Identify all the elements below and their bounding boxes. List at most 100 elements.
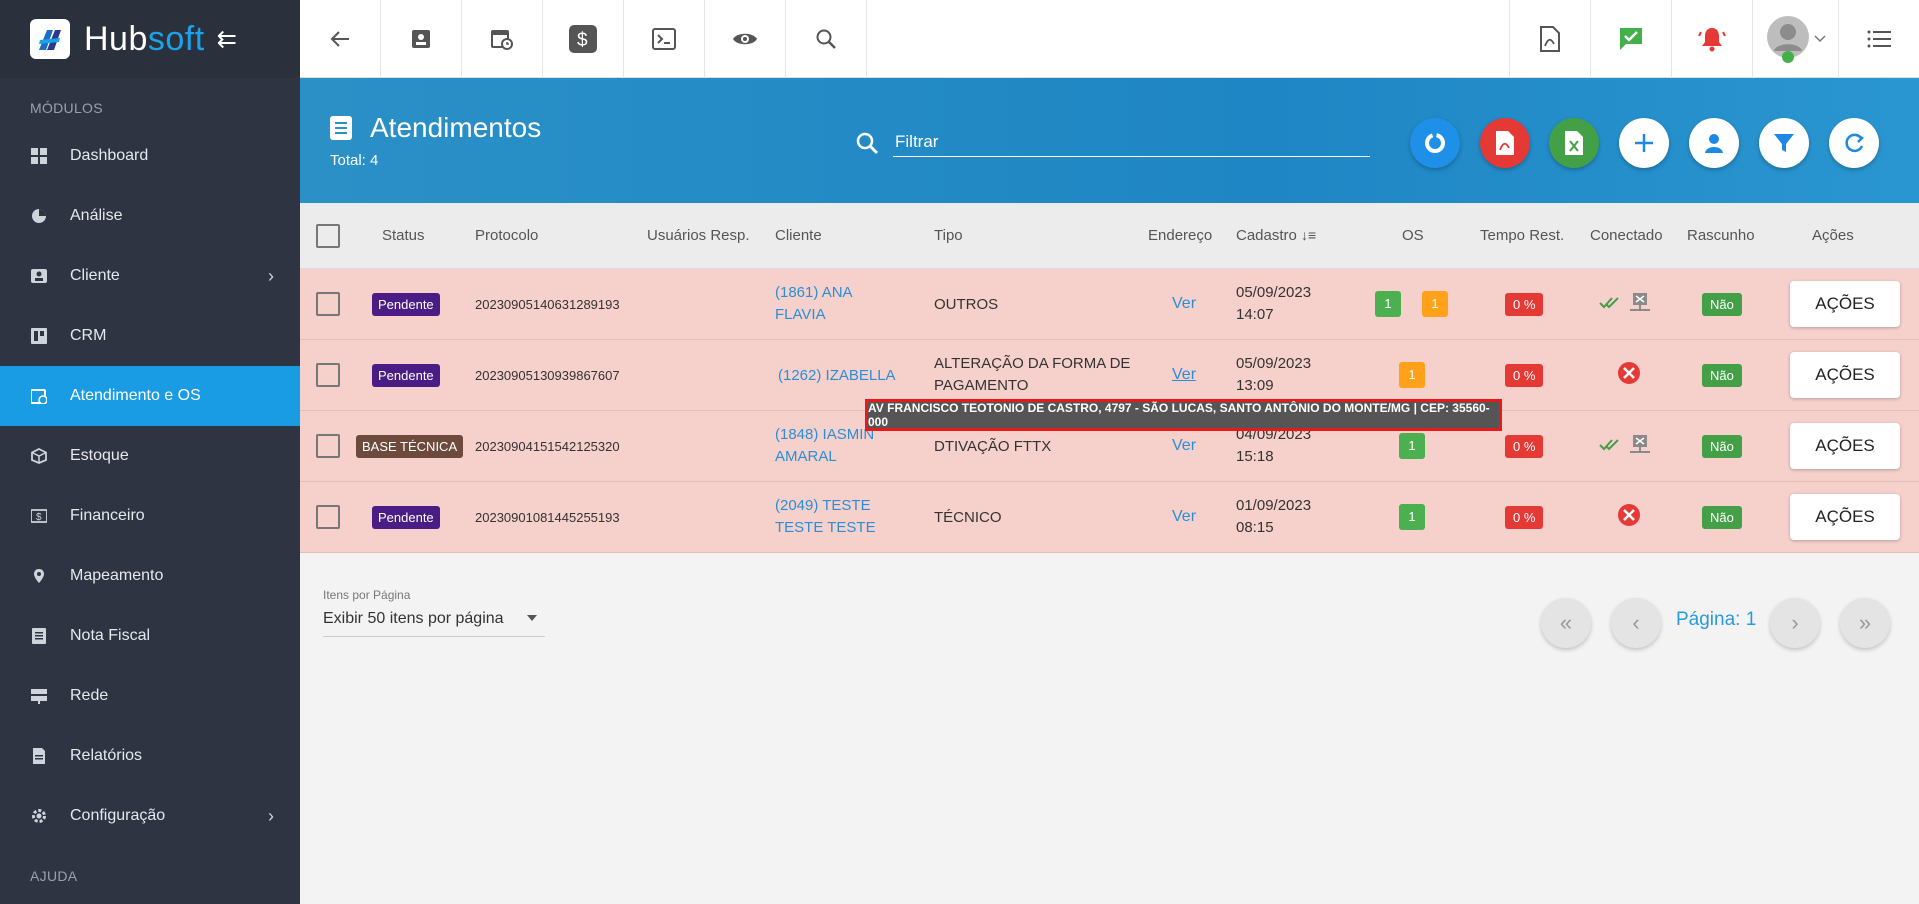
sidebar-item-analise[interactable]: Análise [0,186,300,246]
pdf-button[interactable] [1509,0,1590,78]
disconnected-icon [1617,361,1641,389]
user-menu-button[interactable] [1752,0,1838,78]
refresh-button[interactable] [1829,118,1879,168]
endereco-link[interactable]: Ver [1172,295,1196,313]
col-tempo[interactable]: Tempo Rest. [1480,227,1564,244]
next-page-button[interactable]: › [1770,598,1820,648]
col-tipo[interactable]: Tipo [934,227,963,244]
search-shortcut-button[interactable] [786,0,867,78]
collapse-menu-icon[interactable]: ⇇ [217,25,237,54]
sidebar-item-cliente[interactable]: Cliente › [0,246,300,306]
row-checkbox[interactable] [316,434,340,458]
chart-button[interactable] [1410,118,1460,168]
tipo: OUTROS [934,295,999,313]
list-menu-button[interactable] [1838,0,1919,78]
row-checkbox[interactable] [316,505,340,529]
col-cadastro[interactable]: Cadastro ↓≡ [1236,227,1316,244]
col-rascunho[interactable]: Rascunho [1687,227,1755,244]
export-pdf-button[interactable] [1480,118,1530,168]
finance-shortcut-button[interactable]: $ [543,0,624,78]
first-page-button[interactable]: « [1541,598,1591,648]
double-chevron-left-icon: « [1559,610,1573,635]
table-row: Pendente 20230905140631289193 (1861) ANA… [300,269,1919,340]
cadastro-date: 01/09/2023 [1236,497,1312,514]
acoes-button[interactable]: AÇÕES [1790,494,1900,540]
filter-button[interactable] [1759,118,1809,168]
sidebar-item-mapeamento[interactable]: Mapeamento [0,546,300,606]
page-title-text: Atendimentos [370,112,542,143]
calendar-clock-icon [30,387,48,405]
items-per-page-select[interactable]: Exibir 50 itens por página [323,610,545,637]
box-icon [30,447,48,465]
funnel-icon [1774,134,1794,152]
os-count-badge: 1 [1422,291,1448,317]
select-all-checkbox[interactable] [316,223,340,248]
brand: Hubsoft ⇇ [0,0,300,78]
tasks-button[interactable] [1590,0,1671,78]
excel-file-icon [1565,131,1583,155]
report-icon [30,747,48,765]
sidebar-item-label: Rede [70,687,109,704]
sidebar-item-configuracao[interactable]: Configuração › [0,786,300,846]
sidebar-item-nota-fiscal[interactable]: Nota Fiscal [0,606,300,666]
document-icon [330,116,352,140]
sidebar-item-label: Nota Fiscal [70,627,151,644]
acoes-button[interactable]: AÇÕES [1790,352,1900,398]
col-usuarios[interactable]: Usuários Resp. [647,227,750,244]
row-checkbox[interactable] [316,363,340,387]
filter-input[interactable] [893,128,1370,157]
cliente-link[interactable]: (2049) TESTE TESTE TESTE [775,495,895,539]
cadastro: 01/09/2023 08:15 [1236,495,1311,539]
acoes-button[interactable]: AÇÕES [1790,281,1900,327]
sidebar-item-rede[interactable]: Rede [0,666,300,726]
server-icon [30,687,48,705]
pdf-file-icon [1540,26,1560,52]
chevron-right-icon: › [268,805,274,826]
sidebar-item-atendimento[interactable]: Atendimento e OS [0,366,300,426]
endereco-link[interactable]: Ver [1172,508,1196,526]
alerts-button[interactable] [1671,0,1752,78]
sidebar-item-estoque[interactable]: Estoque [0,426,300,486]
add-button[interactable] [1619,118,1669,168]
last-page-button[interactable]: » [1840,598,1890,648]
sidebar-item-relatorios[interactable]: Relatórios [0,726,300,786]
prev-page-button[interactable]: ‹ [1611,598,1661,648]
network-disconnected-icon [1630,293,1650,311]
user-filter-button[interactable] [1689,118,1739,168]
sidebar-item-crm[interactable]: CRM [0,306,300,366]
back-button[interactable] [300,0,381,78]
total-count: Total: 4 [330,152,379,169]
col-cliente[interactable]: Cliente [775,227,822,244]
sidebar-item-label: CRM [70,327,107,344]
sidebar-item-dashboard[interactable]: Dashboard [0,126,300,186]
chevron-right-icon: › [268,265,274,286]
cliente-link[interactable]: (1861) ANA FLAVIA [775,282,895,326]
clients-shortcut-button[interactable] [381,0,462,78]
atendimento-shortcut-button[interactable] [462,0,543,78]
endereco-link[interactable]: Ver [1172,366,1196,384]
sidebar: Hubsoft ⇇ MÓDULOS Dashboard Análise Clie… [0,0,300,904]
col-conectado[interactable]: Conectado [1590,227,1663,244]
cadastro-date: 05/09/2023 [1236,355,1312,372]
col-cadastro-label: Cadastro [1236,227,1297,244]
filter-bar [855,128,1370,157]
row-checkbox[interactable] [316,292,340,316]
col-status[interactable]: Status [382,227,425,244]
export-excel-button[interactable] [1549,118,1599,168]
pdf-file-icon [1496,131,1514,155]
terminal-shortcut-button[interactable] [624,0,705,78]
cliente-link[interactable]: (1262) IZABELLA [778,367,896,384]
acoes-button[interactable]: AÇÕES [1790,423,1900,469]
sidebar-item-financeiro[interactable]: $ Financeiro [0,486,300,546]
endereco-link[interactable]: Ver [1172,437,1196,455]
tipo: DTIVAÇÃO FTTX [934,437,1052,455]
col-endereco[interactable]: Endereço [1148,227,1212,244]
view-shortcut-button[interactable] [705,0,786,78]
col-os[interactable]: OS [1402,227,1424,244]
status-badge: Pendente [372,505,440,529]
page-indicator: Página: 1 [1676,609,1757,630]
col-protocolo[interactable]: Protocolo [475,227,538,244]
sidebar-item-label: Análise [70,207,123,224]
eye-icon [733,33,757,45]
os-count-badge: 1 [1375,291,1401,317]
